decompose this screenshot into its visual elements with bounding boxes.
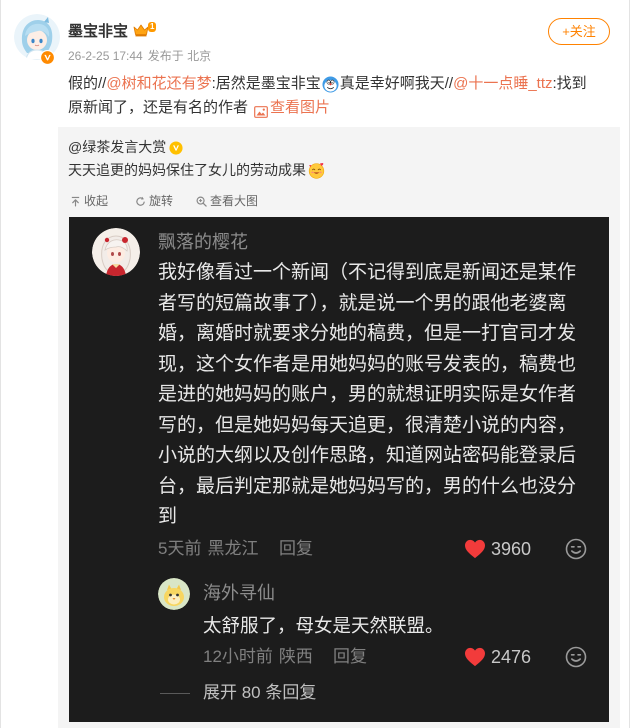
commenter-avatar <box>92 228 140 276</box>
comment-text-line: 者写的短篇故事了），就是说一个男的跟他老婆离 <box>158 292 567 314</box>
smiley-icon <box>565 538 587 560</box>
vip-level: 1 <box>148 22 157 32</box>
view-large-label: 查看大图 <box>210 194 259 208</box>
attached-image[interactable]: 飘落的樱花 我好像看过一个新闻（不记得到底是新闻还是某作 者写的短篇故事了），就… <box>69 217 609 722</box>
retweet-author: @绿茶发言大赏 <box>68 137 183 157</box>
zoom-icon <box>196 196 207 207</box>
vip-crown-icon <box>133 24 149 37</box>
follow-button[interactable]: +关注 <box>548 18 610 45</box>
comment-reply-label: 回复 <box>279 539 313 558</box>
post-text: :找到 <box>552 75 587 92</box>
mention-link[interactable]: @树和花还有梦 <box>106 72 211 96</box>
comment-text-line: 我好像看过一个新闻（不记得到底是新闻还是某作 <box>158 262 577 283</box>
comment-text-line: 写的，但是她妈妈每天追更，很清楚小说的内容， <box>158 414 577 436</box>
commenter-name: 飘落的樱花 <box>158 232 248 252</box>
comment-time: 5天前 <box>158 539 202 558</box>
rotate-label: 旋转 <box>149 194 174 208</box>
comment-text-line: 台，最后判定那就是她妈妈写的，男的什么也没分 <box>158 475 577 497</box>
post-text: :居然是墨宝非宝 <box>211 75 321 92</box>
vip-badge[interactable]: 1 <box>133 22 157 40</box>
verified-yellow-badge-icon <box>169 140 183 155</box>
comment-like-count: 3960 <box>491 539 532 559</box>
post-meta: 26-2-25 17:44 发布于 北京 <box>68 48 211 64</box>
reply-text: 太舒服了，母女是天然联盟。 <box>203 615 444 636</box>
post-text-line-2: 原新闻了，还是有名的作者 查看图片 <box>68 96 330 120</box>
post-text-line-1: 假的// @树和花还有梦 :居然是墨宝非宝 真是幸好啊我天// @十一点睡_tt… <box>68 72 587 96</box>
love-face-emoji-icon <box>308 162 325 179</box>
author-header: 墨宝非宝 1 <box>68 22 157 42</box>
post-text: 原新闻了，还是有名的作者 <box>68 99 249 116</box>
verified-badge-icon <box>39 49 56 66</box>
weibo-post-page: 墨宝非宝 1 26-2-25 17:44 发布于 北京 +关注 假的// @树和… <box>0 0 630 728</box>
replier-name: 海外寻仙 <box>203 583 275 603</box>
smiley-icon <box>565 646 587 668</box>
rotate-icon <box>136 196 145 206</box>
replier-avatar <box>158 578 190 610</box>
post-text: 假的// <box>68 75 107 92</box>
emoji-icon <box>322 75 339 93</box>
comment-text-line: 现，这个女作者是用她妈妈的账号发表的，稿费也 <box>158 353 577 375</box>
collapse-button[interactable]: 收起 <box>70 193 108 209</box>
reply-location: 陕西 <box>278 647 313 666</box>
comment-text-line: 是进的她妈妈的账户，男的就想证明实际是女作者 <box>158 384 577 405</box>
post-time[interactable]: 26-2-25 17:44 <box>68 48 143 64</box>
reply-meta: 12小时前 陕西 <box>203 646 313 668</box>
post-text: 真是幸好啊我天// <box>339 75 454 92</box>
image-icon[interactable] <box>254 102 268 118</box>
collapse-icon <box>71 196 80 206</box>
rotate-button[interactable]: 旋转 <box>135 193 173 209</box>
reply-like-count: 2476 <box>491 647 532 667</box>
reply-reply-label: 回复 <box>333 647 367 666</box>
comment-meta: 5天前 黑龙江 <box>158 538 258 560</box>
comment-text-line: 婚，离婚时就要求分她的稿费，但是一打官司才发 <box>158 323 577 344</box>
retweet-text: 天天追更的妈妈保住了女儿的劳动成果 <box>68 160 326 180</box>
comment-text-line: 到 <box>158 506 178 527</box>
retweet-text-content: 天天追更的妈妈保住了女儿的劳动成果 <box>68 162 306 178</box>
post-location: 发布于 北京 <box>147 49 212 63</box>
reply-time: 12小时前 <box>203 647 273 666</box>
mention-link[interactable]: @十一点睡_ttz <box>453 72 552 96</box>
comment-text: 我好像看过一个新闻（不记得到底是新闻还是某作 者写的短篇故事了），就是说一个男的… <box>158 258 576 533</box>
author-name[interactable]: 墨宝非宝 <box>68 22 128 42</box>
expand-replies-label: 展开 80 条回复 <box>203 683 317 702</box>
heart-icon <box>464 647 486 667</box>
comment-location: 黑龙江 <box>207 539 259 558</box>
view-large-button[interactable]: 查看大图 <box>196 193 258 209</box>
comment-text-line: 小说的大纲以及创作思路，知道网站密码能登录后 <box>158 445 577 466</box>
expand-divider <box>160 693 190 694</box>
collapse-label: 收起 <box>84 194 109 208</box>
heart-icon <box>464 539 486 559</box>
retweet-author-name[interactable]: @绿茶发言大赏 <box>68 137 166 157</box>
view-image-link[interactable]: 查看图片 <box>270 96 330 120</box>
